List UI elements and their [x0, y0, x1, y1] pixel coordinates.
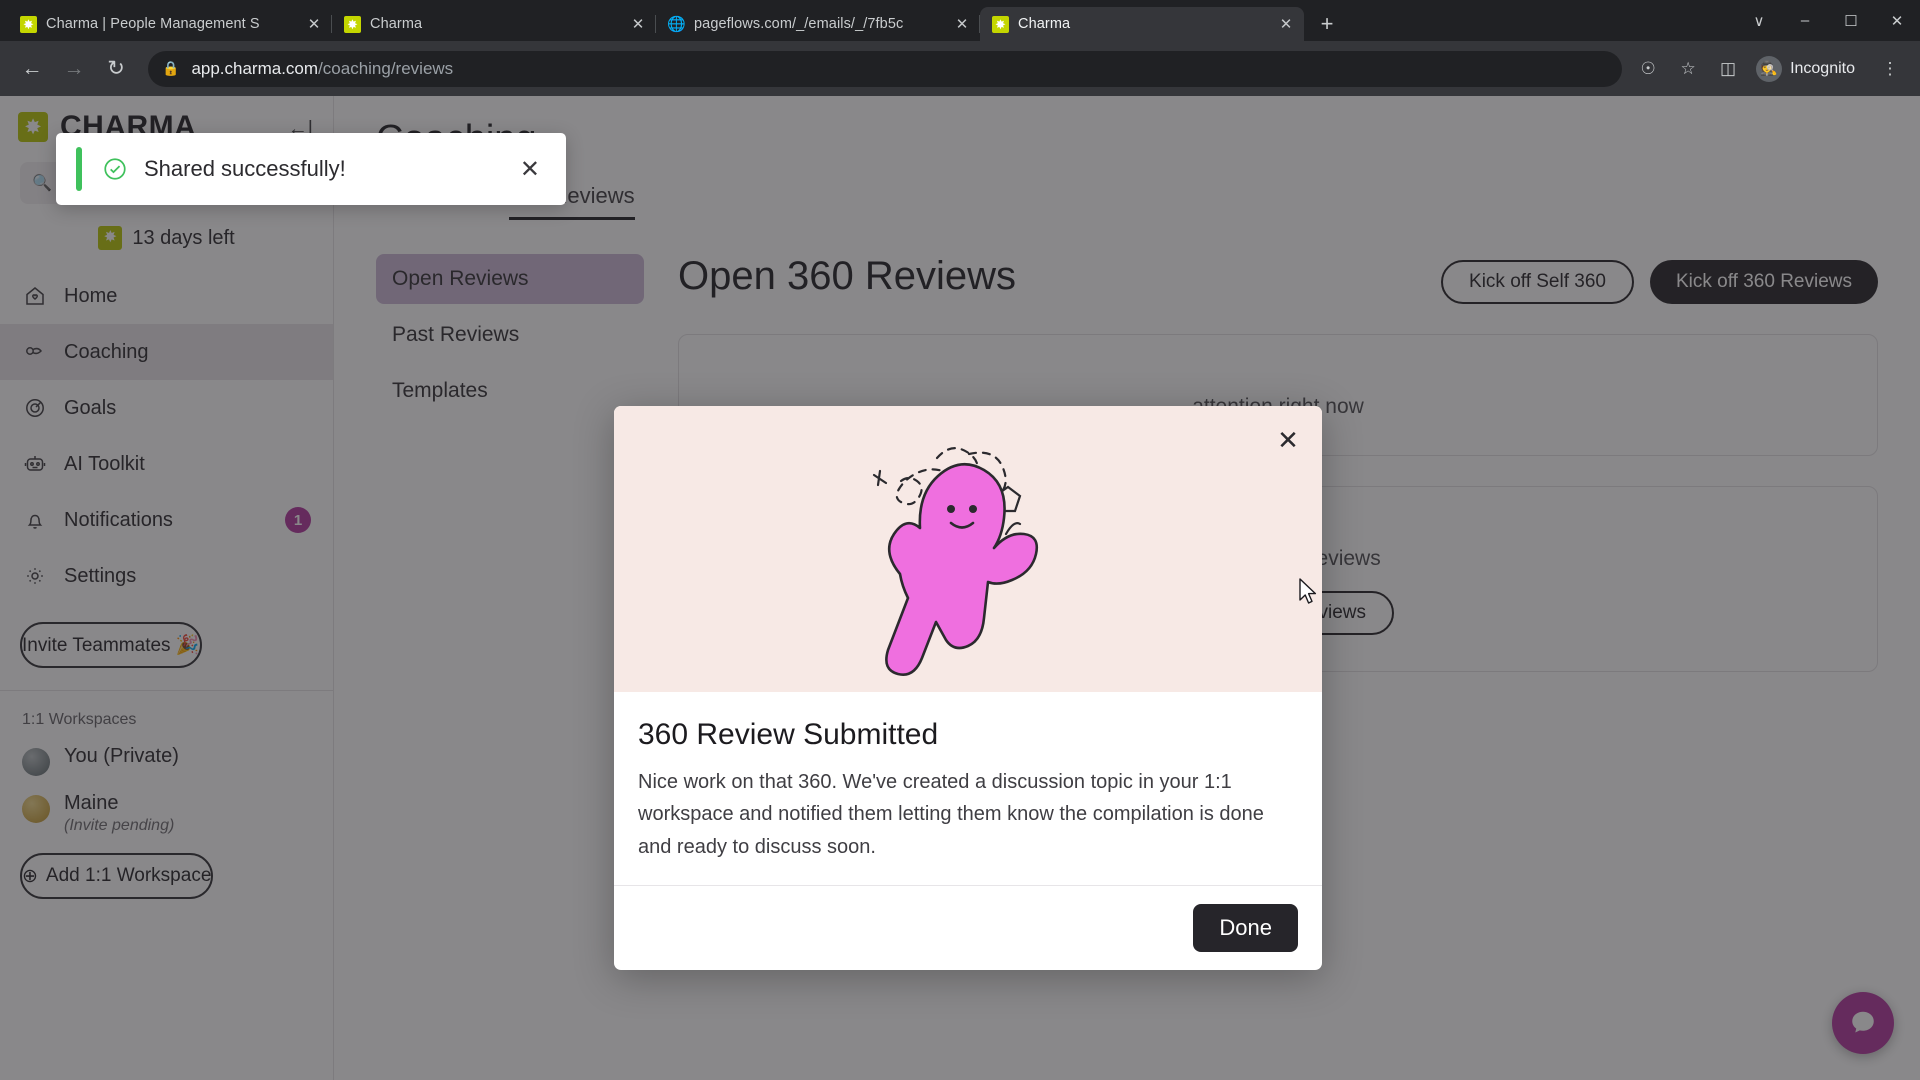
modal-footer: Done: [614, 885, 1322, 970]
done-button[interactable]: Done: [1193, 904, 1298, 953]
third-party-cookie-icon[interactable]: ☉: [1630, 51, 1666, 87]
modal-description: Nice work on that 360. We've created a d…: [638, 771, 1264, 858]
browser-tab-0[interactable]: ✸ Charma | People Management S ✕: [8, 7, 332, 41]
close-icon[interactable]: ✕: [628, 14, 648, 34]
globe-favicon-icon: 🌐: [667, 15, 686, 33]
url-host: app.charma.com: [191, 58, 319, 78]
profile-incognito-button[interactable]: 🕵 Incognito: [1750, 52, 1868, 86]
browser-tab-2[interactable]: 🌐 pageflows.com/_/emails/_/7fb5c ✕: [656, 7, 980, 41]
check-circle-icon: [102, 156, 128, 182]
modal-body: 360 Review Submitted Nice work on that 3…: [614, 692, 1322, 885]
browser-window: ✸ Charma | People Management S ✕ ✸ Charm…: [0, 0, 1920, 1080]
toolbar-right: ☉ ☆ ◫ 🕵 Incognito ⋮: [1630, 51, 1908, 87]
close-window-button[interactable]: ✕: [1874, 0, 1920, 41]
page-viewport: ✸ CHARMA ←| 🔍 ✸ 13 days left: [0, 96, 1920, 1080]
back-button[interactable]: ←: [12, 49, 52, 89]
close-icon[interactable]: ✕: [520, 155, 550, 184]
modal-hero-illustration: ✕: [614, 406, 1322, 692]
toast-notification: Shared successfully! ✕: [56, 133, 566, 205]
pink-celebrating-blob-illustration: [872, 447, 1039, 676]
address-bar[interactable]: 🔒 app.charma.com/coaching/reviews: [148, 50, 1623, 87]
browser-tab-3-active[interactable]: ✸ Charma ✕: [980, 7, 1304, 41]
browser-tab-title: Charma: [1018, 16, 1071, 32]
browser-tab-title: pageflows.com/_/emails/_/7fb5c: [694, 16, 904, 32]
close-icon[interactable]: ✕: [952, 14, 972, 34]
new-tab-button[interactable]: +: [1310, 7, 1344, 41]
browser-tab-title: Charma | People Management S: [46, 16, 260, 32]
side-panel-icon[interactable]: ◫: [1710, 51, 1746, 87]
profile-label: Incognito: [1790, 59, 1855, 77]
close-icon[interactable]: ✕: [1276, 14, 1296, 34]
window-controls: ∨ – ☐ ✕: [1736, 0, 1920, 41]
modal-title: 360 Review Submitted: [638, 718, 939, 751]
browser-tab-strip: ✸ Charma | People Management S ✕ ✸ Charm…: [0, 0, 1920, 41]
charma-favicon-icon: ✸: [20, 15, 37, 33]
close-icon[interactable]: ✕: [304, 14, 324, 34]
toast-message: Shared successfully!: [144, 156, 346, 181]
minimize-button[interactable]: –: [1782, 0, 1828, 41]
incognito-avatar-icon: 🕵: [1756, 55, 1783, 82]
browser-tab-1[interactable]: ✸ Charma ✕: [332, 7, 656, 41]
lock-icon: 🔒: [162, 60, 180, 76]
browser-tab-title: Charma: [370, 16, 423, 32]
360-review-submitted-modal: ✕ 360 Review Submitted Nice work on that…: [614, 406, 1322, 971]
charma-favicon-icon: ✸: [992, 15, 1009, 33]
forward-button[interactable]: →: [54, 49, 94, 89]
reload-button[interactable]: ↻: [96, 49, 136, 89]
kebab-menu-icon[interactable]: ⋮: [1872, 51, 1908, 87]
browser-toolbar: ← → ↻ 🔒 app.charma.com/coaching/reviews …: [0, 41, 1920, 96]
tab-search-icon[interactable]: ∨: [1736, 0, 1782, 41]
toast-accent-bar: [76, 147, 82, 191]
close-icon[interactable]: ✕: [1274, 426, 1302, 454]
url-path: /coaching/reviews: [318, 58, 454, 78]
bookmark-star-icon[interactable]: ☆: [1670, 51, 1706, 87]
maximize-button[interactable]: ☐: [1828, 0, 1874, 41]
charma-favicon-icon: ✸: [344, 15, 361, 33]
